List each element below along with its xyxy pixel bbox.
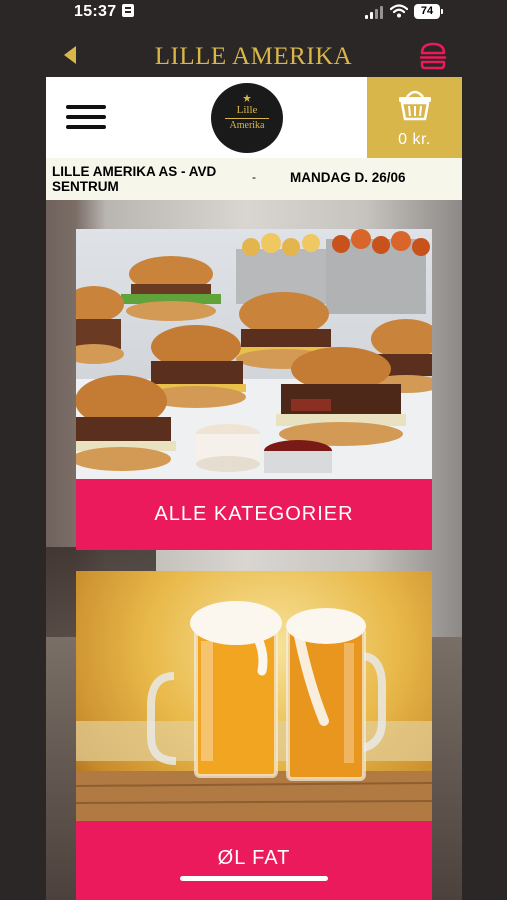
star-icon — [243, 94, 251, 102]
cellular-signal-icon — [365, 6, 385, 19]
cart-total: 0 kr. — [398, 131, 431, 148]
logo-text-top: Lille — [236, 104, 258, 116]
category-label: ØL FAT — [76, 821, 432, 900]
burger-icon-button[interactable] — [418, 42, 448, 70]
date-label[interactable]: MANDAG D. 26/06 — [290, 170, 406, 185]
category-card-beer[interactable]: ØL FAT — [76, 571, 432, 900]
info-separator: - — [252, 170, 256, 184]
app-header: LILLE AMERIKA — [0, 30, 507, 76]
logo-text-bottom: Amerika — [229, 120, 265, 131]
beer-image — [76, 571, 432, 821]
basket-icon — [399, 90, 431, 121]
content-area[interactable]: Lille Amerika 0 kr. LILLE AMERIKA AS - A… — [46, 77, 462, 900]
status-bar: 15:37 74 — [0, 0, 507, 26]
battery-icon: 74 — [414, 4, 443, 19]
top-bar: Lille Amerika 0 kr. — [46, 77, 462, 158]
hamburger-menu-button[interactable] — [66, 105, 108, 131]
notification-icon — [122, 4, 135, 17]
wifi-icon — [390, 4, 408, 18]
info-bar: LILLE AMERIKA AS - AVD SENTRUM - MANDAG … — [46, 158, 462, 200]
category-label: ALLE KATEGORIER — [76, 479, 432, 550]
status-time: 15:37 — [74, 3, 135, 21]
status-time-text: 15:37 — [74, 3, 117, 20]
category-card-all[interactable]: ALLE KATEGORIER — [76, 229, 432, 550]
store-name[interactable]: LILLE AMERIKA AS - AVD SENTRUM — [52, 164, 237, 194]
home-indicator[interactable] — [180, 876, 328, 881]
burgers-image — [76, 229, 432, 479]
burger-icon — [419, 42, 447, 70]
cart-button[interactable]: 0 kr. — [367, 77, 462, 158]
logo-divider — [225, 118, 269, 119]
restaurant-logo[interactable]: Lille Amerika — [211, 83, 283, 153]
